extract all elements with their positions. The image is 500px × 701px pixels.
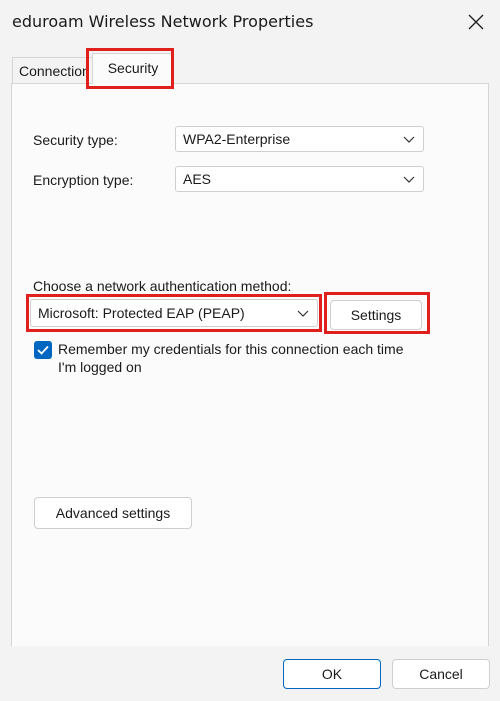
tab-security[interactable]: Security — [92, 53, 174, 84]
tab-connection-label: Connection — [19, 63, 90, 79]
encryption-type-label: Encryption type: — [33, 172, 134, 188]
cancel-button-label: Cancel — [419, 666, 463, 682]
window-title: eduroam Wireless Network Properties — [12, 12, 314, 31]
security-type-value: WPA2-Enterprise — [183, 131, 291, 147]
auth-method-value: Microsoft: Protected EAP (PEAP) — [38, 305, 245, 321]
title-bar: eduroam Wireless Network Properties — [0, 0, 500, 46]
remember-credentials-label: Remember my credentials for this connect… — [58, 341, 404, 375]
dialog-footer: OK Cancel — [0, 646, 500, 701]
ok-button-label: OK — [321, 666, 343, 682]
auth-method-select[interactable]: Microsoft: Protected EAP (PEAP) — [30, 299, 318, 327]
close-button[interactable] — [462, 8, 490, 36]
checkmark-icon — [37, 345, 49, 355]
cancel-button[interactable]: Cancel — [392, 659, 490, 689]
encryption-type-value: AES — [183, 171, 212, 187]
tab-security-label: Security — [107, 60, 159, 76]
close-icon — [468, 14, 484, 30]
security-type-label: Security type: — [33, 132, 118, 148]
chevron-down-icon — [403, 176, 415, 183]
settings-button-label: Settings — [350, 307, 402, 323]
encryption-type-select[interactable]: AES — [175, 166, 424, 192]
remember-credentials-checkbox[interactable] — [34, 341, 52, 359]
advanced-settings-label: Advanced settings — [55, 505, 171, 521]
settings-button[interactable]: Settings — [330, 300, 422, 330]
auth-method-label: Choose a network authentication method: — [33, 278, 292, 294]
chevron-down-icon — [403, 136, 415, 143]
advanced-settings-button[interactable]: Advanced settings — [34, 497, 192, 529]
ok-button[interactable]: OK — [283, 659, 381, 689]
security-type-select[interactable]: WPA2-Enterprise — [175, 126, 424, 152]
tab-connection[interactable]: Connection — [12, 57, 100, 84]
chevron-down-icon — [297, 310, 309, 317]
